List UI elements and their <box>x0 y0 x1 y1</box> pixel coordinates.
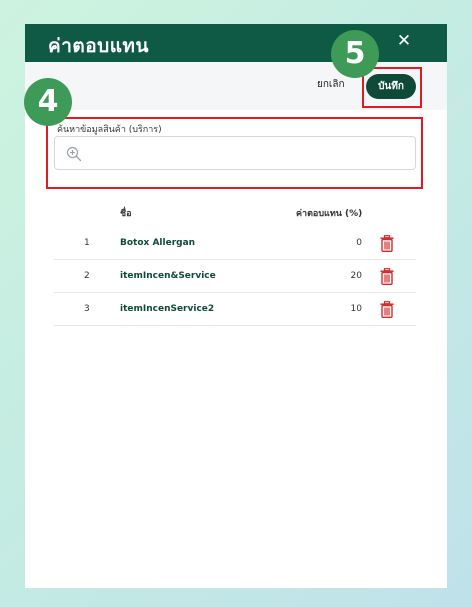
row-value: 10 <box>350 304 362 314</box>
table-row: 2 itemIncen&Service 20 <box>54 260 416 293</box>
row-value: 0 <box>356 238 362 248</box>
close-icon[interactable]: ✕ <box>394 30 414 52</box>
row-name: Botox Allergan <box>120 238 196 248</box>
step-5-badge: 5 <box>331 30 379 78</box>
column-header-name: ชื่อ <box>120 209 132 219</box>
cancel-button[interactable]: ยกเลิก <box>317 77 345 92</box>
modal-title: ค่าตอบแทน <box>48 35 149 57</box>
search-highlight-box <box>46 117 423 189</box>
trash-icon[interactable] <box>380 301 394 318</box>
compensation-modal: ค่าตอบแทน ✕ ยกเลิก บันทึก ค้นหาข้อมูลสิน… <box>25 24 447 588</box>
trash-icon[interactable] <box>380 235 394 252</box>
trash-icon[interactable] <box>380 268 394 285</box>
row-name: itemIncenService2 <box>120 304 215 314</box>
modal-header: ค่าตอบแทน ✕ <box>25 24 447 62</box>
column-header-value: ค่าตอบแทน (%) <box>296 209 363 219</box>
row-name: itemIncen&Service <box>120 271 216 281</box>
table-row: 1 Botox Allergan 0 <box>54 227 416 260</box>
row-value: 20 <box>350 271 362 281</box>
row-index: 1 <box>84 238 90 248</box>
row-index: 3 <box>84 304 90 314</box>
row-index: 2 <box>84 271 90 281</box>
step-4-badge: 4 <box>24 78 72 126</box>
table-row: 3 itemIncenService2 10 <box>54 293 416 326</box>
save-highlight-box <box>362 67 422 108</box>
